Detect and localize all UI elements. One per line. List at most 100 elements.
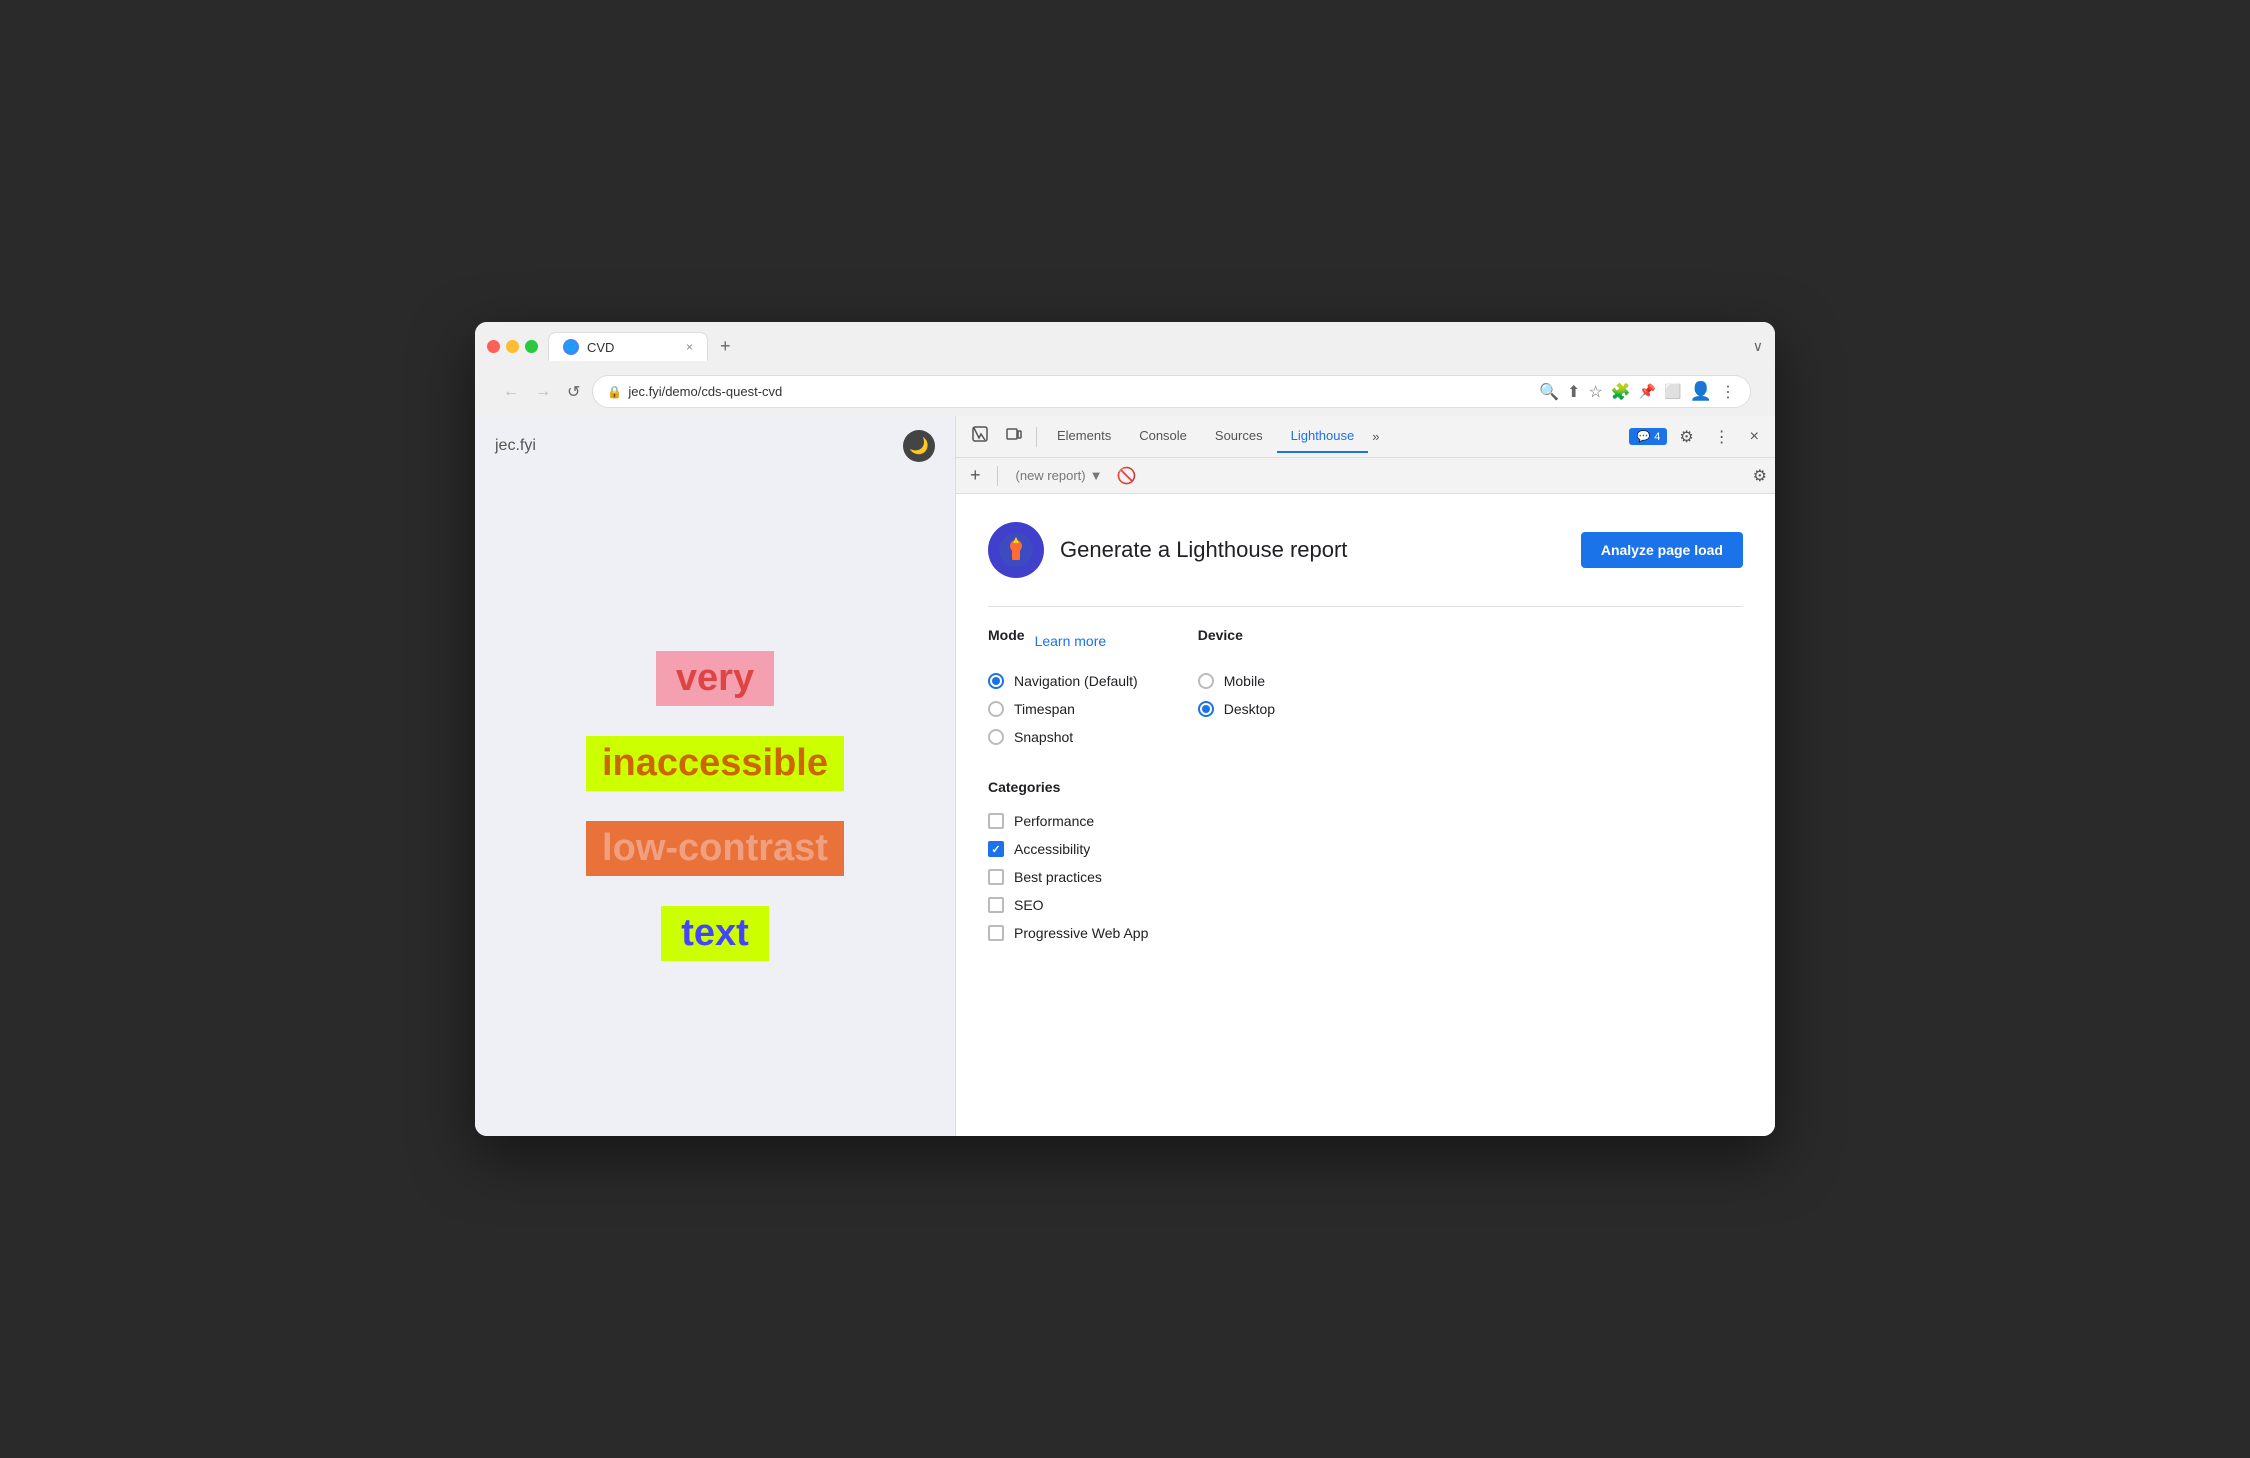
- tab-favicon: 🌐: [563, 339, 579, 355]
- tab-sources[interactable]: Sources: [1201, 420, 1277, 453]
- secondary-separator: [997, 466, 998, 486]
- toolbar-separator: [1036, 427, 1037, 447]
- dark-mode-button[interactable]: 🌙: [903, 430, 935, 462]
- analyze-page-load-button[interactable]: Analyze page load: [1581, 532, 1743, 568]
- profile-pin-icon[interactable]: 📌: [1639, 383, 1656, 400]
- device-mobile-option[interactable]: Mobile: [1198, 667, 1275, 695]
- tab-console[interactable]: Console: [1125, 420, 1201, 453]
- badge-icon: 💬: [1636, 430, 1650, 443]
- device-column: Device Mobile Desktop: [1198, 627, 1275, 751]
- moon-icon: 🌙: [909, 436, 929, 456]
- navigation-radio[interactable]: [988, 673, 1004, 689]
- pwa-checkbox[interactable]: [988, 925, 1004, 941]
- split-view-icon[interactable]: ⬜: [1664, 383, 1681, 400]
- devtools-more-button[interactable]: ⋮: [1706, 421, 1738, 453]
- secondary-settings-icon[interactable]: ⚙: [1753, 466, 1767, 486]
- menu-icon[interactable]: ⋮: [1720, 382, 1736, 402]
- mode-snapshot-option[interactable]: Snapshot: [988, 723, 1138, 751]
- accessibility-label: Accessibility: [1014, 841, 1090, 857]
- performance-label: Performance: [1014, 813, 1094, 829]
- more-tabs-button[interactable]: »: [1368, 421, 1383, 452]
- word-lowcontrast: low-contrast: [586, 821, 844, 876]
- tab-close-button[interactable]: ×: [686, 340, 693, 354]
- performance-checkbox[interactable]: [988, 813, 1004, 829]
- category-pwa[interactable]: Progressive Web App: [988, 919, 1743, 947]
- extension-icon[interactable]: 🧩: [1611, 382, 1631, 402]
- device-desktop-option[interactable]: Desktop: [1198, 695, 1275, 723]
- lock-icon: 🔒: [607, 385, 622, 399]
- best-practices-checkbox[interactable]: [988, 869, 1004, 885]
- tab-elements[interactable]: Elements: [1043, 420, 1125, 453]
- category-best-practices[interactable]: Best practices: [988, 863, 1743, 891]
- word-very: very: [656, 651, 774, 706]
- tab-bar: 🌐 CVD × + ∨: [548, 332, 1763, 361]
- new-tab-button[interactable]: +: [712, 332, 739, 361]
- mode-navigation-option[interactable]: Navigation (Default): [988, 667, 1138, 695]
- word-text: text: [661, 906, 769, 961]
- address-actions: 🔍 ⬆ ☆ 🧩 📌 ⬜ 👤 ⋮: [1539, 381, 1736, 402]
- word-inaccessible: inaccessible: [586, 736, 844, 791]
- mobile-radio[interactable]: [1198, 673, 1214, 689]
- tab-lighthouse[interactable]: Lighthouse: [1277, 420, 1369, 453]
- browser-titlebar: 🌐 CVD × + ∨ ← → ↺ 🔒 jec.fyi/demo/cds-que…: [475, 322, 1775, 416]
- webpage-panel: jec.fyi 🌙 very inaccessible low-contrast…: [475, 416, 955, 1136]
- tab-label: CVD: [587, 340, 614, 355]
- traffic-lights: [487, 340, 538, 353]
- devtools-secondary-bar: + (new report) ▼ 🚫 ⚙: [956, 458, 1775, 494]
- lighthouse-content: Generate a Lighthouse report Analyze pag…: [956, 494, 1775, 1136]
- browser-window: 🌐 CVD × + ∨ ← → ↺ 🔒 jec.fyi/demo/cds-que…: [475, 322, 1775, 1136]
- snapshot-label: Snapshot: [1014, 729, 1073, 745]
- minimize-traffic-light[interactable]: [506, 340, 519, 353]
- devtools-close-button[interactable]: ×: [1742, 422, 1767, 452]
- lighthouse-logo: [988, 522, 1044, 578]
- lighthouse-header: Generate a Lighthouse report Analyze pag…: [988, 522, 1743, 578]
- category-accessibility[interactable]: Accessibility: [988, 835, 1743, 863]
- devtools-settings-button[interactable]: ⚙: [1671, 421, 1701, 453]
- add-report-button[interactable]: +: [964, 463, 987, 488]
- titlebar-top: 🌐 CVD × + ∨: [487, 332, 1763, 369]
- tab-more-button[interactable]: ∨: [1753, 338, 1763, 355]
- url-text: jec.fyi/demo/cds-quest-cvd: [628, 384, 782, 399]
- category-performance[interactable]: Performance: [988, 807, 1743, 835]
- devtools-toolbar-right: 💬 4 ⚙ ⋮ ×: [1629, 421, 1767, 453]
- bookmark-icon[interactable]: ☆: [1588, 382, 1602, 402]
- back-button[interactable]: ←: [499, 381, 523, 403]
- issues-badge[interactable]: 💬 4: [1629, 428, 1667, 445]
- category-seo[interactable]: SEO: [988, 891, 1743, 919]
- search-icon[interactable]: 🔍: [1539, 382, 1559, 402]
- device-label: Device: [1198, 627, 1243, 643]
- addressbar-row: ← → ↺ 🔒 jec.fyi/demo/cds-quest-cvd 🔍 ⬆ ☆…: [487, 369, 1763, 416]
- inspect-element-button[interactable]: [964, 420, 996, 453]
- devtools-toolbar: Elements Console Sources Lighthouse » 💬 …: [956, 416, 1775, 458]
- timespan-label: Timespan: [1014, 701, 1075, 717]
- refresh-button[interactable]: ↺: [563, 380, 584, 404]
- accessibility-checkbox[interactable]: [988, 841, 1004, 857]
- pwa-label: Progressive Web App: [1014, 925, 1148, 941]
- forward-button[interactable]: →: [531, 381, 555, 403]
- mode-timespan-option[interactable]: Timespan: [988, 695, 1138, 723]
- best-practices-label: Best practices: [1014, 869, 1102, 885]
- learn-more-link[interactable]: Learn more: [1035, 633, 1107, 649]
- seo-checkbox[interactable]: [988, 897, 1004, 913]
- devtools-panel: Elements Console Sources Lighthouse » 💬 …: [955, 416, 1775, 1136]
- desktop-radio[interactable]: [1198, 701, 1214, 717]
- webpage-body: very inaccessible low-contrast text: [475, 476, 955, 1136]
- mode-label-row: Mode Learn more: [988, 627, 1138, 655]
- timespan-radio[interactable]: [988, 701, 1004, 717]
- share-icon[interactable]: ⬆: [1567, 382, 1580, 402]
- mode-label: Mode: [988, 627, 1025, 643]
- report-selector[interactable]: (new report) ▼: [1008, 464, 1111, 487]
- active-tab[interactable]: 🌐 CVD ×: [548, 332, 708, 361]
- snapshot-radio[interactable]: [988, 729, 1004, 745]
- profile-icon[interactable]: 👤: [1690, 381, 1712, 402]
- address-bar[interactable]: 🔒 jec.fyi/demo/cds-quest-cvd 🔍 ⬆ ☆ 🧩 📌 ⬜…: [592, 375, 1751, 408]
- header-divider: [988, 606, 1743, 607]
- browser-content: jec.fyi 🌙 very inaccessible low-contrast…: [475, 416, 1775, 1136]
- maximize-traffic-light[interactable]: [525, 340, 538, 353]
- device-label-row: Device: [1198, 627, 1275, 655]
- device-toggle-button[interactable]: [998, 420, 1030, 453]
- new-report-label: (new report): [1016, 468, 1086, 483]
- close-traffic-light[interactable]: [487, 340, 500, 353]
- mode-device-section: Mode Learn more Navigation (Default) Tim…: [988, 627, 1743, 751]
- categories-label: Categories: [988, 779, 1743, 795]
